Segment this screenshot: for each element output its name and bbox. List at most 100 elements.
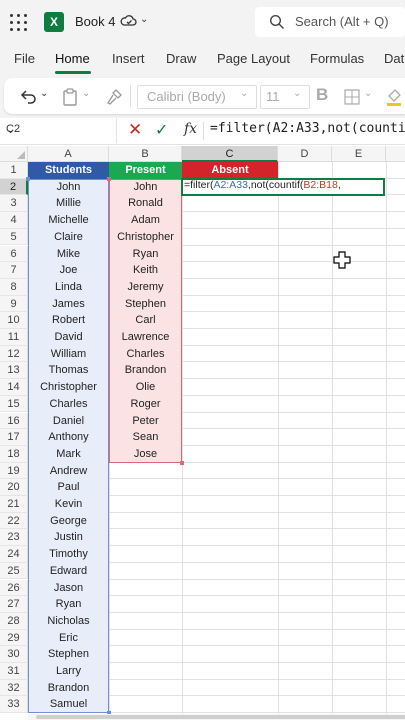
tab-formulas[interactable]: Formulas [310, 51, 364, 66]
tab-draw[interactable]: Draw [166, 51, 196, 66]
row-header-30[interactable]: 30 [0, 646, 28, 663]
cell-student[interactable]: John [28, 179, 109, 196]
row-header-2[interactable]: 2 [0, 178, 28, 196]
row-header-21[interactable]: 21 [0, 496, 28, 513]
column-header-e[interactable]: E [332, 146, 386, 162]
cell-student[interactable]: James [28, 296, 109, 313]
cell-present[interactable]: Ronald [109, 195, 182, 212]
tab-file[interactable]: File [14, 51, 35, 66]
cell-student[interactable]: David [28, 329, 109, 346]
row-header-14[interactable]: 14 [0, 379, 28, 396]
borders-chevron-down-icon[interactable]: ⌄ [364, 88, 372, 99]
row-header-24[interactable]: 24 [0, 546, 28, 563]
font-name-dropdown[interactable]: Calibri (Body) ⌄ [137, 85, 257, 109]
cloud-saved-icon[interactable] [120, 12, 138, 30]
row-header-13[interactable]: 13 [0, 362, 28, 380]
row-header-1[interactable]: 1 [0, 162, 28, 179]
row-header-10[interactable]: 10 [0, 312, 28, 329]
cell-present[interactable]: Roger [109, 396, 182, 413]
column-header-d[interactable]: D [278, 146, 332, 162]
cell-present[interactable]: Carl [109, 312, 182, 329]
header-present[interactable]: Present [109, 162, 182, 179]
row-header-28[interactable]: 28 [0, 612, 28, 630]
app-launcher-icon[interactable] [8, 12, 30, 34]
font-size-dropdown[interactable]: 11 ⌄ [260, 85, 310, 109]
row-header-32[interactable]: 32 [0, 679, 28, 697]
cell-student[interactable]: Justin [28, 529, 109, 546]
paste-chevron-down-icon[interactable]: ⌄ [82, 88, 90, 99]
cell-student[interactable]: Eric [28, 630, 109, 647]
scrollbar-thumb[interactable] [36, 715, 405, 719]
row-header-12[interactable]: 12 [0, 345, 28, 363]
row-header-3[interactable]: 3 [0, 195, 28, 213]
tab-insert[interactable]: Insert [112, 51, 145, 66]
cell-student[interactable]: Charles [28, 396, 109, 413]
undo-chevron-down-icon[interactable]: ⌄ [40, 88, 48, 99]
column-header-f[interactable] [386, 146, 405, 162]
cell-student[interactable]: Jason [28, 580, 109, 597]
cell-student[interactable]: Daniel [28, 413, 109, 430]
bold-button[interactable]: B [316, 85, 328, 105]
row-header-18[interactable]: 18 [0, 445, 28, 463]
row-header-11[interactable]: 11 [0, 329, 28, 346]
row-header-9[interactable]: 9 [0, 295, 28, 313]
cell-student[interactable]: Linda [28, 279, 109, 296]
active-cell-formula[interactable]: =filter(A2:A33,not(countif(B2:B18, [184, 179, 341, 191]
row-header-23[interactable]: 23 [0, 529, 28, 547]
row-header-7[interactable]: 7 [0, 262, 28, 279]
column-header-b[interactable]: B [109, 146, 182, 162]
row-header-6[interactable]: 6 [0, 245, 28, 263]
name-box[interactable]: C2 ⌄ [0, 118, 117, 143]
workbook-title[interactable]: Book 4 [75, 14, 115, 29]
formula-input[interactable]: =filter(A2:A33,not(countif( [210, 121, 405, 136]
cell-present[interactable]: Keith [109, 262, 182, 279]
cell-present[interactable]: Stephen [109, 296, 182, 313]
cell-present[interactable]: Sean [109, 429, 182, 446]
select-all-corner[interactable] [0, 146, 28, 162]
row-header-5[interactable]: 5 [0, 228, 28, 246]
title-chevron-down-icon[interactable]: ⌄ [140, 14, 148, 25]
cell-student[interactable]: Christopher [28, 379, 109, 396]
undo-icon[interactable] [18, 87, 38, 107]
cell-student[interactable]: Timothy [28, 546, 109, 563]
row-header-20[interactable]: 20 [0, 479, 28, 496]
cell-student[interactable]: Millie [28, 195, 109, 212]
tab-data[interactable]: Dat [384, 51, 404, 66]
cell-student[interactable]: Robert [28, 312, 109, 329]
cell-student[interactable]: Samuel [28, 696, 109, 713]
enter-check-icon[interactable]: ✓ [155, 120, 168, 140]
cell-present[interactable]: Jose [109, 446, 182, 463]
row-header-16[interactable]: 16 [0, 412, 28, 430]
fill-color-icon[interactable] [384, 87, 404, 107]
row-header-22[interactable]: 22 [0, 512, 28, 530]
cell-present[interactable]: Peter [109, 413, 182, 430]
cell-student[interactable]: Larry [28, 663, 109, 680]
cell-student[interactable]: Anthony [28, 429, 109, 446]
cell-student[interactable]: Ryan [28, 596, 109, 613]
cell-student[interactable]: Mike [28, 246, 109, 263]
row-header-31[interactable]: 31 [0, 663, 28, 680]
cell-present[interactable]: Charles [109, 346, 182, 363]
cell-student[interactable]: Andrew [28, 463, 109, 480]
cell-present[interactable]: Jeremy [109, 279, 182, 296]
cell-student[interactable]: Kevin [28, 496, 109, 513]
cell-student[interactable]: Claire [28, 229, 109, 246]
row-header-4[interactable]: 4 [0, 212, 28, 229]
cell-student[interactable]: Stephen [28, 646, 109, 663]
cell-student[interactable]: Nicholas [28, 613, 109, 630]
cell-present[interactable]: Brandon [109, 362, 182, 379]
insert-function-button[interactable]: fx [184, 121, 197, 137]
clipboard-icon[interactable] [60, 87, 80, 107]
row-header-25[interactable]: 25 [0, 562, 28, 580]
format-painter-icon[interactable] [104, 87, 124, 107]
row-header-15[interactable]: 15 [0, 395, 28, 413]
cancel-icon[interactable]: ✕ [128, 120, 142, 140]
cell-student[interactable]: Joe [28, 262, 109, 279]
header-students[interactable]: Students [28, 162, 109, 179]
cell-present[interactable]: Olie [109, 379, 182, 396]
row-header-8[interactable]: 8 [0, 278, 28, 296]
cell-present[interactable]: Adam [109, 212, 182, 229]
row-header-17[interactable]: 17 [0, 429, 28, 446]
cell-present[interactable]: Lawrence [109, 329, 182, 346]
cell-student[interactable]: Michelle [28, 212, 109, 229]
